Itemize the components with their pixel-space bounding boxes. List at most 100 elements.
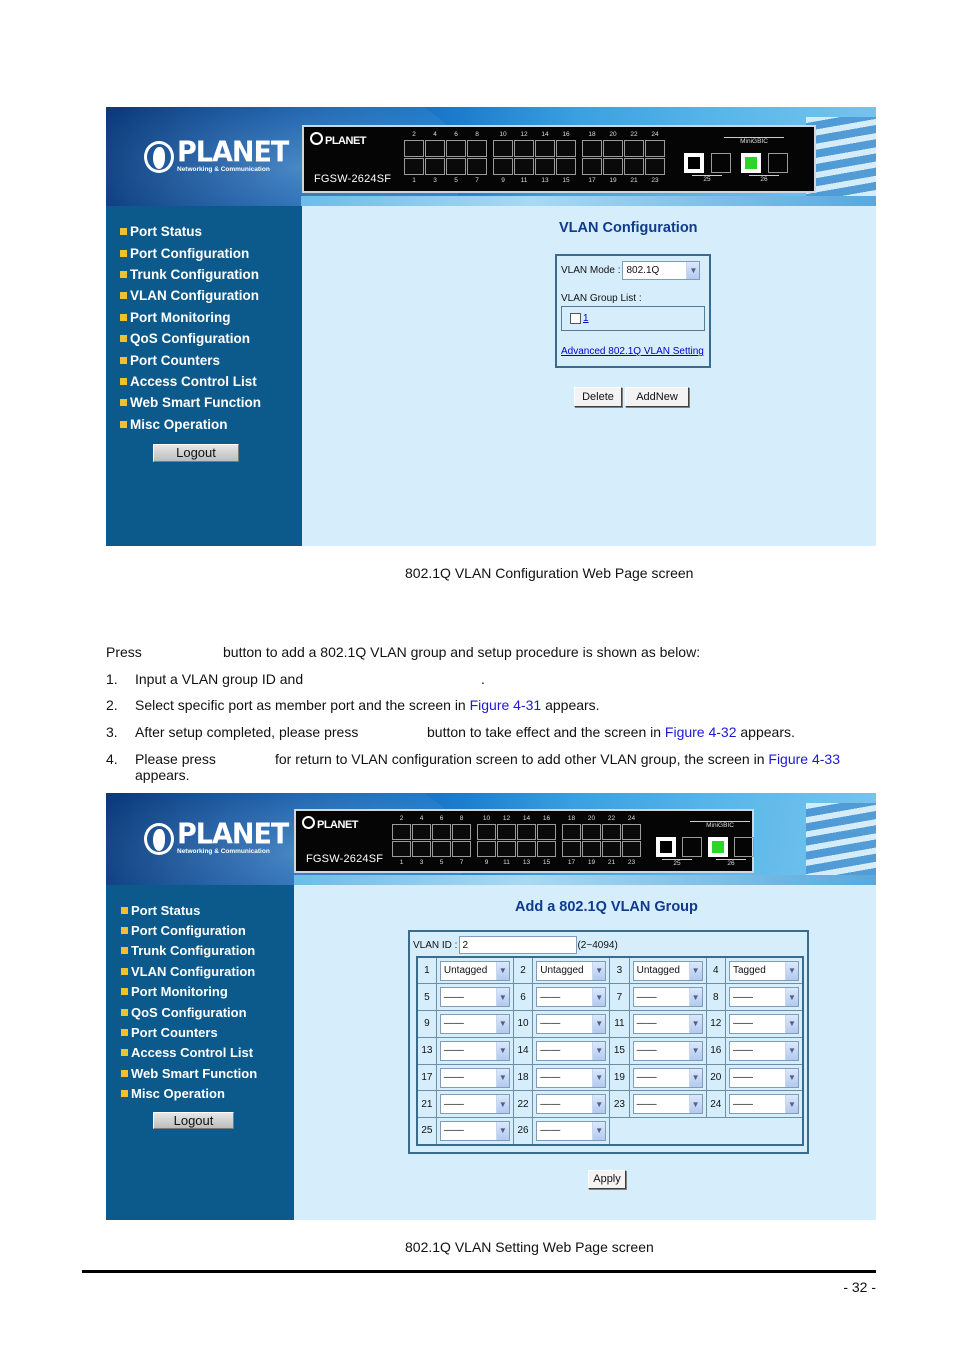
port-20-membership-select[interactable]: —— ▼ xyxy=(728,1067,799,1088)
sidebar-item-port-status[interactable]: Port Status xyxy=(106,221,302,242)
port-2-icon[interactable] xyxy=(392,824,411,840)
port-21-icon[interactable] xyxy=(602,841,621,857)
port-26-membership-select[interactable]: —— ▼ xyxy=(536,1120,607,1141)
port-8-icon[interactable] xyxy=(467,140,487,157)
port-7-icon[interactable] xyxy=(467,158,487,175)
port-19-icon[interactable] xyxy=(582,841,601,857)
sidebar-item-port-counters[interactable]: Port Counters xyxy=(106,349,302,370)
port-12-membership-select[interactable]: —— ▼ xyxy=(728,1013,799,1034)
sidebar-item-trunk-configuration[interactable]: Trunk Configuration xyxy=(106,941,294,961)
sidebar-item-access-control-list[interactable]: Access Control List xyxy=(106,1043,294,1063)
chevron-down-icon[interactable]: ▼ xyxy=(688,1014,702,1033)
chevron-down-icon[interactable]: ▼ xyxy=(495,1041,509,1060)
logout-button[interactable]: Logout xyxy=(153,1111,234,1129)
chevron-down-icon[interactable]: ▼ xyxy=(688,1068,702,1087)
port-11-membership-select[interactable]: —— ▼ xyxy=(632,1013,703,1034)
figure-4-33-link[interactable]: Figure 4-33 xyxy=(768,751,840,767)
addnew-button[interactable]: AddNew xyxy=(625,387,689,407)
port-3-membership-select[interactable]: Untagged ▼ xyxy=(632,960,703,981)
sidebar-item-vlan-configuration[interactable]: VLAN Configuration xyxy=(106,285,302,306)
port-17-icon[interactable] xyxy=(582,158,602,175)
sidebar-item-port-monitoring[interactable]: Port Monitoring xyxy=(106,982,294,1002)
port-8-membership-select[interactable]: —— ▼ xyxy=(728,987,799,1008)
port-16-membership-select[interactable]: —— ▼ xyxy=(728,1040,799,1061)
chevron-down-icon[interactable]: ▼ xyxy=(592,1014,606,1033)
sidebar-item-qos-configuration[interactable]: QoS Configuration xyxy=(106,1002,294,1022)
logout-button[interactable]: Logout xyxy=(153,443,239,462)
chevron-down-icon[interactable]: ▼ xyxy=(592,1068,606,1087)
port-18-membership-select[interactable]: —— ▼ xyxy=(536,1067,607,1088)
chevron-down-icon[interactable]: ▼ xyxy=(688,1041,702,1060)
port-6-icon[interactable] xyxy=(432,824,451,840)
chevron-down-icon[interactable]: ▼ xyxy=(686,262,700,279)
port-18-icon[interactable] xyxy=(582,140,602,157)
delete-button[interactable]: Delete xyxy=(574,387,622,407)
port-1-icon[interactable] xyxy=(392,841,411,857)
port-9-icon[interactable] xyxy=(493,158,513,175)
port-25-rj45-icon[interactable] xyxy=(656,837,676,857)
figure-4-31-link[interactable]: Figure 4-31 xyxy=(470,697,542,713)
port-15-icon[interactable] xyxy=(556,158,576,175)
port-9-membership-select[interactable]: —— ▼ xyxy=(439,1013,510,1034)
port-22-membership-select[interactable]: —— ▼ xyxy=(536,1094,607,1115)
port-10-membership-select[interactable]: —— ▼ xyxy=(536,1013,607,1034)
port-17-membership-select[interactable]: —— ▼ xyxy=(439,1067,510,1088)
port-13-membership-select[interactable]: —— ▼ xyxy=(439,1040,510,1061)
sidebar-item-misc-operation[interactable]: Misc Operation xyxy=(106,414,302,435)
chevron-down-icon[interactable]: ▼ xyxy=(592,1095,606,1114)
port-25-rj45-icon[interactable] xyxy=(684,153,704,173)
sidebar-item-misc-operation[interactable]: Misc Operation xyxy=(106,1084,294,1104)
port-22-icon[interactable] xyxy=(624,140,644,157)
port-24-membership-select[interactable]: —— ▼ xyxy=(728,1094,799,1115)
port-11-icon[interactable] xyxy=(497,841,516,857)
port-11-icon[interactable] xyxy=(514,158,534,175)
sidebar-item-port-status[interactable]: Port Status xyxy=(106,900,294,920)
port-14-icon[interactable] xyxy=(517,824,536,840)
sidebar-item-web-smart-function[interactable]: Web Smart Function xyxy=(106,392,302,413)
port-12-icon[interactable] xyxy=(514,140,534,157)
chevron-down-icon[interactable]: ▼ xyxy=(784,1095,798,1114)
port-20-icon[interactable] xyxy=(603,140,623,157)
vlan-group-link[interactable]: 1 xyxy=(583,313,589,324)
port-7-membership-select[interactable]: —— ▼ xyxy=(632,987,703,1008)
chevron-down-icon[interactable]: ▼ xyxy=(784,961,798,980)
port-14-icon[interactable] xyxy=(535,140,555,157)
port-16-icon[interactable] xyxy=(537,824,556,840)
chevron-down-icon[interactable]: ▼ xyxy=(688,961,702,980)
chevron-down-icon[interactable]: ▼ xyxy=(784,1041,798,1060)
port-1-membership-select[interactable]: Untagged ▼ xyxy=(439,960,510,981)
chevron-down-icon[interactable]: ▼ xyxy=(784,1068,798,1087)
chevron-down-icon[interactable]: ▼ xyxy=(592,1041,606,1060)
chevron-down-icon[interactable]: ▼ xyxy=(592,961,606,980)
port-25-sfp-icon[interactable] xyxy=(711,153,731,173)
port-8-icon[interactable] xyxy=(452,824,471,840)
port-13-icon[interactable] xyxy=(535,158,555,175)
port-19-icon[interactable] xyxy=(603,158,623,175)
port-25-membership-select[interactable]: —— ▼ xyxy=(439,1120,510,1141)
chevron-down-icon[interactable]: ▼ xyxy=(688,1095,702,1114)
chevron-down-icon[interactable]: ▼ xyxy=(688,988,702,1007)
sidebar-item-access-control-list[interactable]: Access Control List xyxy=(106,371,302,392)
port-24-icon[interactable] xyxy=(645,140,665,157)
port-23-membership-select[interactable]: —— ▼ xyxy=(632,1094,703,1115)
sidebar-item-port-monitoring[interactable]: Port Monitoring xyxy=(106,307,302,328)
port-25-sfp-icon[interactable] xyxy=(682,837,702,857)
port-26-rj45-active-icon[interactable] xyxy=(708,837,728,857)
port-4-membership-select[interactable]: Tagged ▼ xyxy=(728,960,799,981)
port-18-icon[interactable] xyxy=(562,824,581,840)
sidebar-item-port-counters[interactable]: Port Counters xyxy=(106,1022,294,1042)
port-24-icon[interactable] xyxy=(622,824,641,840)
sidebar-item-web-smart-function[interactable]: Web Smart Function xyxy=(106,1063,294,1083)
vlan-group-checkbox[interactable] xyxy=(570,313,581,324)
port-3-icon[interactable] xyxy=(412,841,431,857)
port-9-icon[interactable] xyxy=(477,841,496,857)
sidebar-item-qos-configuration[interactable]: QoS Configuration xyxy=(106,328,302,349)
port-10-icon[interactable] xyxy=(493,140,513,157)
sidebar-item-vlan-configuration[interactable]: VLAN Configuration xyxy=(106,961,294,981)
port-10-icon[interactable] xyxy=(477,824,496,840)
port-15-membership-select[interactable]: —— ▼ xyxy=(632,1040,703,1061)
advanced-vlan-setting-link[interactable]: Advanced 802.1Q VLAN Setting xyxy=(561,346,705,357)
sidebar-item-trunk-configuration[interactable]: Trunk Configuration xyxy=(106,264,302,285)
figure-4-32-link[interactable]: Figure 4-32 xyxy=(665,724,737,740)
chevron-down-icon[interactable]: ▼ xyxy=(495,961,509,980)
